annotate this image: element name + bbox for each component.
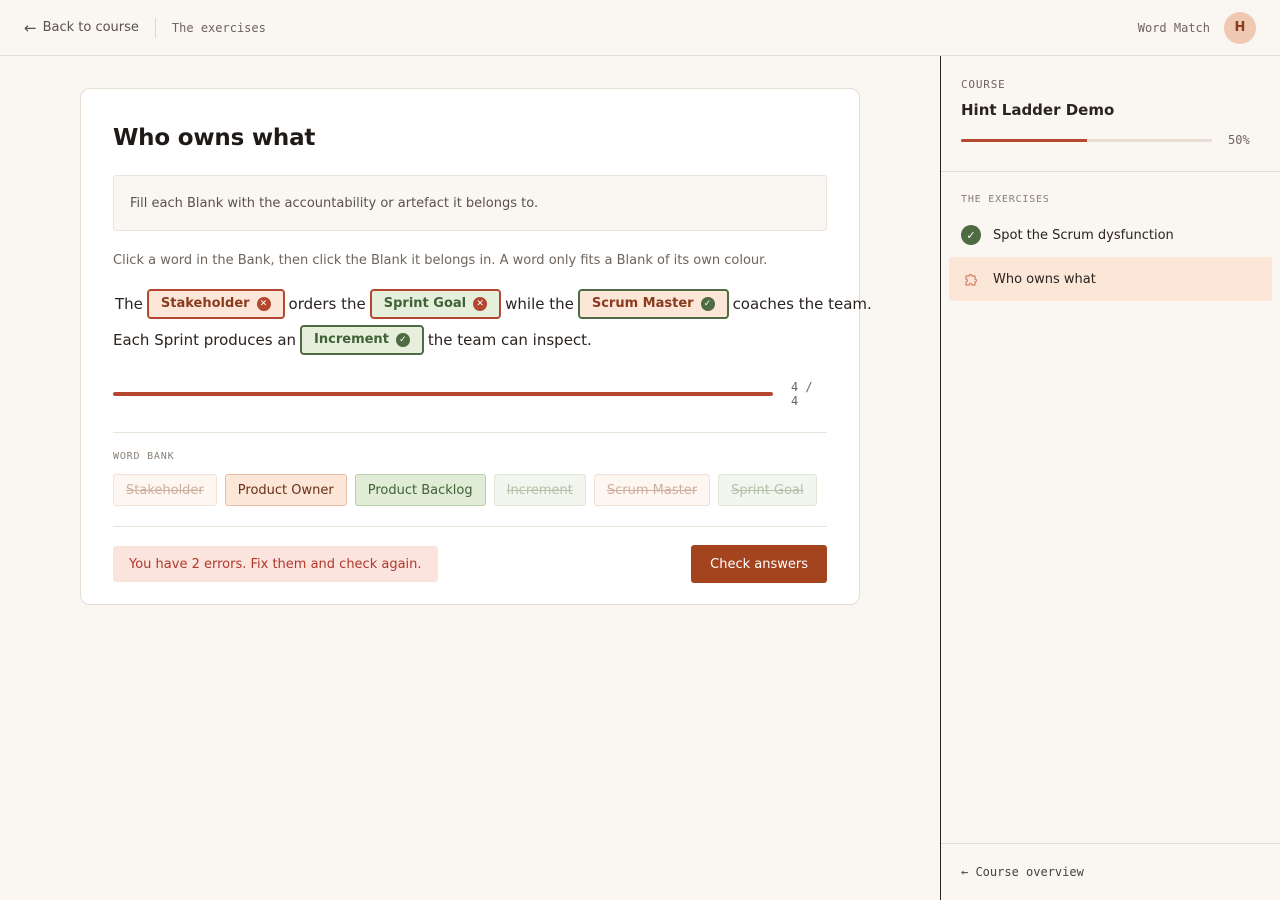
blank-word: Stakeholder — [160, 296, 250, 311]
course-progress: 50% — [961, 133, 1260, 147]
sentence-line-1: The Stakeholder ✕ orders the Sprint Goal… — [113, 286, 872, 322]
sentence-text: orders the — [288, 295, 366, 313]
exercise-list: ✓ Spot the Scrum dysfunction Who owns wh… — [941, 213, 1280, 301]
course-summary: COURSE Hint Ladder Demo 50% — [941, 56, 1280, 172]
exercise-item-label: Who owns what — [993, 271, 1096, 287]
error-message: You have 2 errors. Fix them and check ag… — [113, 546, 438, 582]
blank-sprint-goal[interactable]: Sprint Goal ✕ — [369, 289, 502, 319]
sentence-text: the team can inspect. — [427, 331, 592, 349]
blank-word: Sprint Goal — [383, 296, 467, 311]
bank-chip-stakeholder[interactable]: Stakeholder — [113, 474, 217, 506]
exercise-card: Who owns what Fill each Blank with the a… — [80, 88, 872, 605]
course-overview-link[interactable]: ← Course overview — [941, 843, 1280, 900]
check-circle-icon: ✓ — [395, 333, 410, 347]
bank-chip-product-owner[interactable]: Product Owner — [224, 474, 347, 506]
exercise-item-spot-the-scrum-dysfunction[interactable]: ✓ Spot the Scrum dysfunction — [949, 213, 1272, 257]
exercise-item-label: Spot the Scrum dysfunction — [993, 227, 1174, 243]
fill-in-sentence: The Stakeholder ✕ orders the Sprint Goal… — [113, 286, 872, 358]
word-bank: Stakeholder Product Owner Product Backlo… — [113, 474, 827, 506]
check-answers-button[interactable]: Check answers — [691, 545, 827, 583]
word-bank-label: WORD BANK — [113, 451, 175, 462]
course-progress-track — [961, 138, 1212, 142]
top-bar: ← Back to course The exercises Word Matc… — [0, 0, 1280, 56]
exercise-prompt: Fill each Blank with the accountability … — [113, 175, 827, 231]
sentence-text: coaches the team. — [732, 295, 872, 313]
course-progress-percent: 50% — [1228, 133, 1250, 147]
progress-track — [113, 392, 773, 396]
sentence-line-2: Each Sprint produces an Increment ✓ the … — [113, 322, 827, 358]
breadcrumb[interactable]: The exercises — [172, 21, 266, 35]
check-circle-icon: ✓ — [961, 225, 981, 245]
blank-scrum-master[interactable]: Scrum Master ✓ — [577, 289, 729, 319]
bank-chip-sprint-goal[interactable]: Sprint Goal — [718, 474, 817, 506]
course-progress-fill — [961, 138, 1087, 142]
blank-stakeholder[interactable]: Stakeholder ✕ — [146, 289, 285, 319]
course-label: COURSE — [961, 78, 1006, 91]
card-footer: You have 2 errors. Fix them and check ag… — [113, 526, 827, 583]
back-to-course-label: Back to course — [42, 20, 139, 35]
topbar-right: Word Match H — [1137, 11, 1256, 44]
exercise-prompt-text: Fill each Blank with the accountability … — [130, 195, 539, 211]
sentence-text: Each Sprint produces an — [113, 331, 297, 349]
blank-word: Increment — [314, 332, 389, 347]
x-circle-icon: ✕ — [256, 297, 271, 311]
x-circle-icon: ✕ — [473, 297, 488, 311]
instructions-text: Click a word in the Bank, then click the… — [113, 253, 768, 268]
course-name: Hint Ladder Demo — [961, 101, 1115, 119]
sentence-text: The — [115, 295, 143, 313]
avatar[interactable]: H — [1224, 11, 1256, 44]
page-title: Who owns what — [113, 125, 316, 151]
check-circle-icon: ✓ — [700, 297, 715, 311]
topbar-divider — [154, 17, 156, 38]
blank-word: Scrum Master — [591, 296, 694, 311]
blanks-progress: 4 / 4 — [113, 380, 827, 408]
progress-fill — [113, 392, 773, 396]
back-to-course-link[interactable]: ← Back to course — [24, 19, 139, 37]
bank-chip-scrum-master[interactable]: Scrum Master — [593, 474, 711, 506]
bank-chip-increment[interactable]: Increment — [493, 474, 586, 506]
progress-count: 4 / 4 — [790, 380, 813, 408]
sentence-text: while the — [505, 295, 574, 313]
course-sidebar: COURSE Hint Ladder Demo 50% THE EXERCISE… — [940, 56, 1280, 900]
exercise-item-who-owns-what[interactable]: Who owns what — [949, 257, 1272, 301]
divider — [113, 432, 827, 433]
exercise-mode-label: Word Match — [1137, 20, 1210, 35]
blank-increment[interactable]: Increment ✓ — [300, 325, 424, 355]
exercises-heading: THE EXERCISES — [961, 194, 1050, 205]
arrow-left-icon: ← — [24, 18, 37, 37]
bank-chip-product-backlog[interactable]: Product Backlog — [354, 474, 486, 506]
puzzle-icon — [961, 269, 981, 289]
